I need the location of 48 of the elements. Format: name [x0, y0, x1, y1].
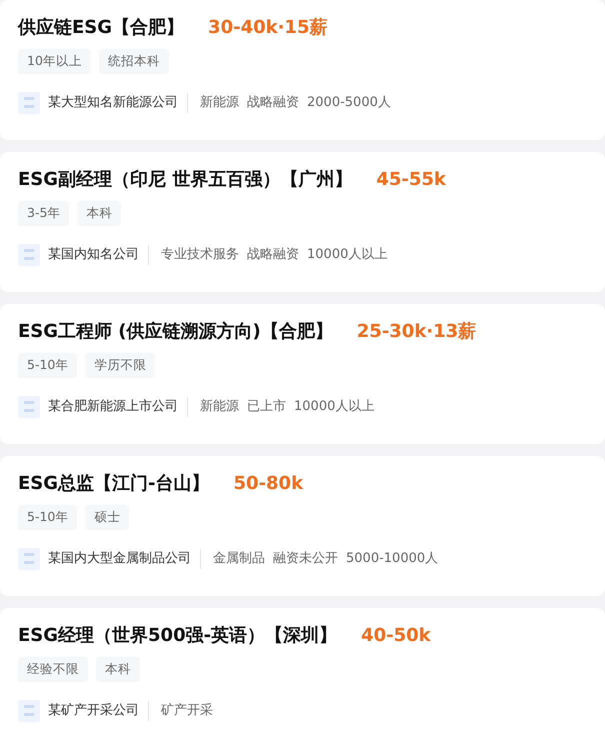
company-name: 某大型知名新能源公司 — [48, 93, 188, 112]
job-title[interactable]: ESG总监【江门-台山】 — [18, 470, 210, 497]
company-info: 金属制品 — [213, 550, 265, 568]
company-name: 某合肥新能源上市公司 — [48, 397, 188, 416]
requirement-tag: 学历不限 — [85, 353, 156, 378]
salary: 30-40k·15薪 — [208, 16, 328, 40]
requirement-tag: 本科 — [77, 201, 122, 226]
salary: 45-55k — [376, 168, 446, 192]
requirement-tag: 5-10年 — [18, 505, 78, 530]
company-info: 10000人以上 — [294, 398, 374, 416]
company-info: 战略融资 — [247, 246, 299, 264]
requirement-tag: 本科 — [96, 657, 140, 682]
salary: 50-80k — [234, 472, 304, 496]
requirement-tag: 3-5年 — [18, 201, 70, 226]
job-card[interactable]: ESG工程师 (供应链溯源方向)【合肥】 25-30k·13薪 5-10年 学历不限 某合肥新能源上市公司 新能源 已上市 10000人以上 — [0, 304, 605, 444]
salary: 40-50k — [361, 624, 431, 648]
company-logo-icon — [18, 700, 40, 722]
company-logo-icon — [18, 396, 40, 418]
company-logo-icon — [18, 244, 40, 266]
company-info: 战略融资 — [247, 94, 299, 112]
job-title[interactable]: ESG经理（世界500强-英语）【深圳】 — [18, 622, 338, 649]
company-info: 10000人以上 — [307, 246, 388, 264]
company-logo-icon — [18, 92, 40, 114]
job-card[interactable]: ESG总监【江门-台山】 50-80k 5-10年 硕士 某国内大型金属制品公司 金属制品 融资未公开 5000-10000人 — [0, 456, 605, 596]
requirement-tag: 硕士 — [85, 505, 130, 530]
job-title[interactable]: ESG工程师 (供应链溯源方向)【合肥】 — [18, 318, 333, 345]
requirement-tag: 5-10年 — [18, 353, 78, 378]
company-name: 某国内大型金属制品公司 — [48, 549, 201, 568]
company-info: 专业技术服务 — [161, 246, 239, 264]
job-card[interactable]: ESG副经理（印尼 世界五百强）【广州】 45-55k 3-5年 本科 某国内知名公司 专业技术服务 战略融资 10000人以上 — [0, 152, 605, 292]
company-info: 已上市 — [247, 398, 286, 416]
company-info: 2000-5000人 — [307, 94, 391, 112]
company-info: 融资未公开 — [273, 550, 338, 568]
company-info: 5000-10000人 — [346, 550, 438, 568]
requirement-tag: 10年以上 — [18, 49, 91, 74]
company-info: 新能源 — [200, 94, 239, 112]
requirement-tag: 经验不限 — [18, 657, 88, 682]
job-card[interactable]: ESG经理（世界500强-英语）【深圳】 40-50k 经验不限 本科 某矿产开采公司 矿产开采 — [0, 608, 605, 739]
company-name: 某国内知名公司 — [48, 245, 149, 264]
company-info: 新能源 — [200, 398, 239, 416]
company-info: 矿产开采 — [161, 702, 213, 720]
job-card[interactable]: 供应链ESG【合肥】 30-40k·15薪 10年以上 统招本科 某大型知名新能源公司 新能源 战略融资 2000-5000人 — [0, 0, 605, 140]
job-title[interactable]: 供应链ESG【合肥】 — [18, 14, 184, 41]
job-title[interactable]: ESG副经理（印尼 世界五百强）【广州】 — [18, 166, 352, 193]
salary: 25-30k·13薪 — [356, 320, 476, 344]
company-logo-icon — [18, 548, 40, 570]
company-name: 某矿产开采公司 — [48, 701, 149, 720]
requirement-tag: 统招本科 — [98, 49, 169, 74]
